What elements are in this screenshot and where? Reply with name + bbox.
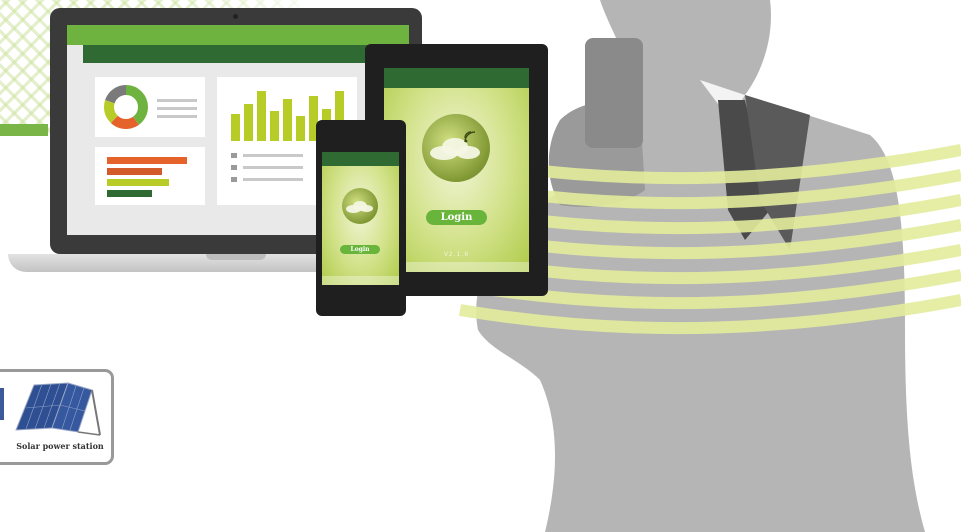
laptop-notch: [206, 254, 266, 260]
laptop-camera: [233, 14, 238, 19]
silhouette-phone: [585, 38, 643, 148]
hbar-red: [107, 168, 162, 175]
bar-4: [283, 98, 292, 141]
cloud-wifi-icon: [422, 114, 490, 182]
bar-3: [270, 111, 279, 141]
legend-line: [157, 107, 197, 110]
laptop-dashboard-header: [83, 45, 409, 63]
hbar-card: [95, 147, 205, 205]
list-bullet: [231, 153, 237, 158]
bar-2: [257, 91, 266, 141]
tablet-login-button[interactable]: Login: [426, 210, 487, 225]
bar-0: [231, 113, 240, 141]
wifi-icon: [464, 131, 476, 143]
bar-5: [296, 116, 305, 141]
phone-screen: Login: [322, 152, 399, 285]
solar-panel-icon: [0, 382, 101, 436]
legend-line: [157, 99, 197, 102]
cloud-wifi-icon: [342, 188, 378, 224]
list-line: [243, 166, 303, 169]
phone-login-button[interactable]: Login: [340, 245, 380, 254]
hbar-orange: [107, 157, 187, 164]
bar-1: [244, 103, 253, 141]
tablet-app-header: [384, 68, 529, 88]
legend-line: [157, 115, 197, 118]
list-line: [243, 154, 303, 157]
hbar-darkgreen: [107, 190, 152, 197]
donut-chart-icon: [104, 85, 148, 129]
phone-bottom-nav: [322, 276, 399, 285]
list-bullet: [231, 177, 237, 182]
solar-power-station-label: Solar power station: [16, 441, 104, 451]
phone-app-header: [322, 152, 399, 166]
list-line: [243, 178, 303, 181]
donut-card: [95, 77, 205, 137]
laptop-screen-topbar: [67, 25, 409, 45]
hbar-lime: [107, 179, 169, 186]
list-bullet: [231, 165, 237, 170]
